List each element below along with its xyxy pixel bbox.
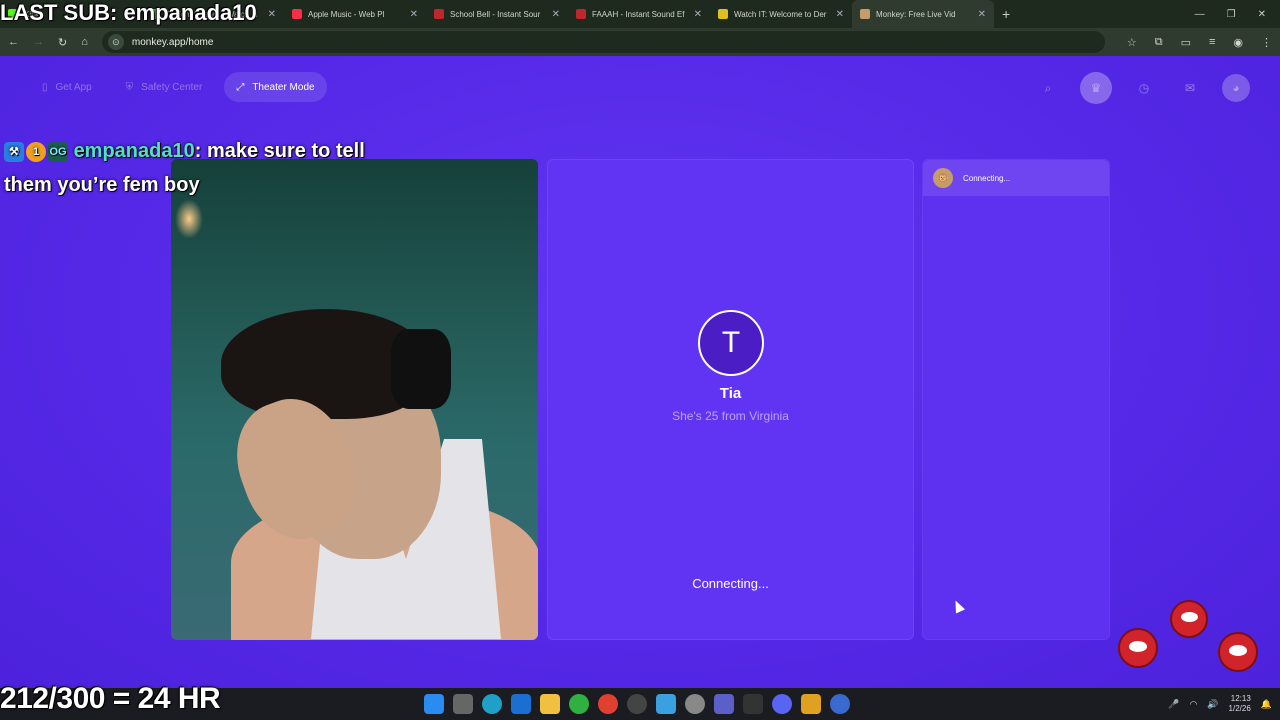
windows-start-icon[interactable] — [424, 694, 444, 714]
close-tab-icon[interactable]: ✕ — [978, 9, 986, 20]
profile-icon[interactable]: ◉ — [1233, 36, 1243, 49]
spiderman-sticker — [1170, 600, 1208, 638]
obs-icon[interactable] — [627, 694, 647, 714]
browser-toolbar: ← → ↻ ⌂ ⊙ monkey.app/home ☆ ⧉ ▭ ≡ ◉ ⋮ — [0, 28, 1280, 56]
site-info-icon[interactable]: ⊙ — [107, 34, 124, 50]
spiderman-sticker — [1118, 628, 1158, 668]
last-sub-overlay: LAST SUB: empanada10 — [0, 0, 257, 25]
lamp-glow — [175, 199, 203, 239]
get-app-button[interactable]: ▯ Get App — [30, 72, 104, 102]
close-tab-icon[interactable]: ✕ — [410, 9, 418, 20]
new-tab-button[interactable]: + — [994, 6, 1018, 22]
tab-5[interactable]: Watch IT: Welcome to Der ✕ — [710, 0, 852, 28]
discord-icon[interactable] — [772, 694, 792, 714]
chat-username: empanada10 — [73, 140, 195, 162]
close-tab-icon[interactable]: ✕ — [694, 9, 702, 20]
window-controls: — ❐ ✕ — [1195, 9, 1280, 20]
top-nav-right: ⌕ ♛ ◷ ✉ ◕ — [1034, 72, 1250, 104]
phone-icon: ▯ — [42, 81, 48, 93]
self-video-feed — [171, 159, 538, 640]
spiderman-sticker — [1218, 632, 1258, 672]
taskbar-apps — [424, 688, 850, 720]
app-icon[interactable] — [830, 694, 850, 714]
tab-4[interactable]: FAAAH - Instant Sound Ef ✕ — [568, 0, 710, 28]
bookmark-star-icon[interactable]: ☆ — [1127, 36, 1137, 49]
address-bar[interactable]: ⊙ monkey.app/home — [101, 31, 1105, 53]
menu-icon[interactable]: ⋮ — [1261, 36, 1272, 49]
tab-favicon-icon — [434, 9, 444, 19]
og-badge-icon: OG — [48, 141, 68, 162]
notification-icon[interactable]: 🔔 — [1261, 699, 1272, 710]
outlook-icon[interactable] — [511, 694, 531, 714]
app-icon[interactable] — [743, 694, 763, 714]
user-avatar[interactable]: ◕ — [1222, 74, 1250, 102]
home-icon[interactable]: ⌂ — [81, 36, 88, 48]
partner-name: Tia — [719, 385, 742, 402]
moderator-badge-icon: ⚒ — [4, 141, 24, 162]
messages-icon[interactable]: ✉ — [1176, 74, 1204, 102]
media-icon[interactable]: ≡ — [1209, 36, 1215, 49]
connecting-status: Connecting... — [692, 576, 769, 591]
partner-panel: T Tia She's 25 from Virginia Connecting.… — [547, 159, 914, 640]
headphones — [391, 329, 451, 409]
tab-favicon-icon — [292, 9, 302, 19]
xbox-icon[interactable] — [569, 694, 589, 714]
close-window-icon[interactable]: ✕ — [1258, 9, 1266, 20]
expand-icon: ⤢ — [236, 81, 245, 93]
file-explorer-icon[interactable] — [540, 694, 560, 714]
chat-header: 🐵 Connecting... — [923, 160, 1109, 196]
gift-badge-icon: 1 — [26, 141, 46, 162]
top-nav: ▯ Get App ⛨ Safety Center ⤢ Theater Mode — [30, 72, 327, 102]
close-tab-icon[interactable]: ✕ — [268, 9, 276, 20]
chrome-icon[interactable] — [598, 694, 618, 714]
chat-badges: ⚒ 1 OG — [4, 141, 68, 162]
tab-2[interactable]: Apple Music - Web Pl ✕ — [284, 0, 426, 28]
close-tab-icon[interactable]: ✕ — [836, 9, 844, 20]
history-icon[interactable]: ◷ — [1130, 74, 1158, 102]
partner-description: She's 25 from Virginia — [672, 409, 789, 423]
chat-panel: 🐵 Connecting... — [922, 159, 1110, 640]
safety-center-button[interactable]: ⛨ Safety Center — [114, 72, 215, 102]
minimize-icon[interactable]: — — [1195, 9, 1205, 20]
task-view-icon[interactable] — [453, 694, 473, 714]
theater-mode-button[interactable]: ⤢ Theater Mode — [224, 72, 327, 102]
wifi-icon[interactable]: ◠ — [1189, 699, 1197, 710]
edge-icon[interactable] — [482, 694, 502, 714]
extensions-icon[interactable]: ⧉ — [1155, 36, 1163, 49]
monkey-logo-icon: 🐵 — [933, 168, 953, 188]
tab-favicon-icon — [860, 9, 870, 19]
close-tab-icon[interactable]: ✕ — [552, 9, 560, 20]
chat-status: Connecting... — [963, 173, 1011, 183]
sidebar-icon[interactable]: ▭ — [1181, 36, 1191, 49]
partner-avatar: T — [698, 310, 764, 376]
system-tray: 🎤 ◠ 🔊 12:13 1/2/26 🔔 — [1168, 688, 1272, 720]
url-text[interactable]: monkey.app/home — [132, 37, 214, 48]
app-icon[interactable] — [801, 694, 821, 714]
shield-icon: ⛨ — [125, 81, 134, 93]
clock[interactable]: 12:13 1/2/26 — [1229, 694, 1251, 714]
chat-message-overlay: ⚒ 1 OG empanada10: make sure to tell the… — [4, 134, 384, 202]
reload-icon[interactable]: ↻ — [58, 36, 67, 49]
subathon-counter: 212/300 = 24 HR — [0, 682, 221, 715]
tab-favicon-icon — [576, 9, 586, 19]
teams-icon[interactable] — [714, 694, 734, 714]
tab-6-active[interactable]: Monkey: Free Live Vid ✕ — [852, 0, 994, 28]
forward-icon[interactable]: → — [33, 36, 44, 48]
tab-3[interactable]: School Bell - Instant Sour ✕ — [426, 0, 568, 28]
alienware-icon[interactable] — [685, 694, 705, 714]
volume-icon[interactable]: 🔊 — [1207, 699, 1218, 710]
search-icon[interactable]: ⌕ — [1034, 74, 1062, 102]
gift-icon[interactable]: ♛ — [1080, 72, 1112, 104]
store-icon[interactable] — [656, 694, 676, 714]
back-icon[interactable]: ← — [8, 36, 19, 48]
microphone-icon[interactable]: 🎤 — [1168, 699, 1179, 710]
restore-icon[interactable]: ❐ — [1227, 9, 1236, 20]
tab-favicon-icon — [718, 9, 728, 19]
